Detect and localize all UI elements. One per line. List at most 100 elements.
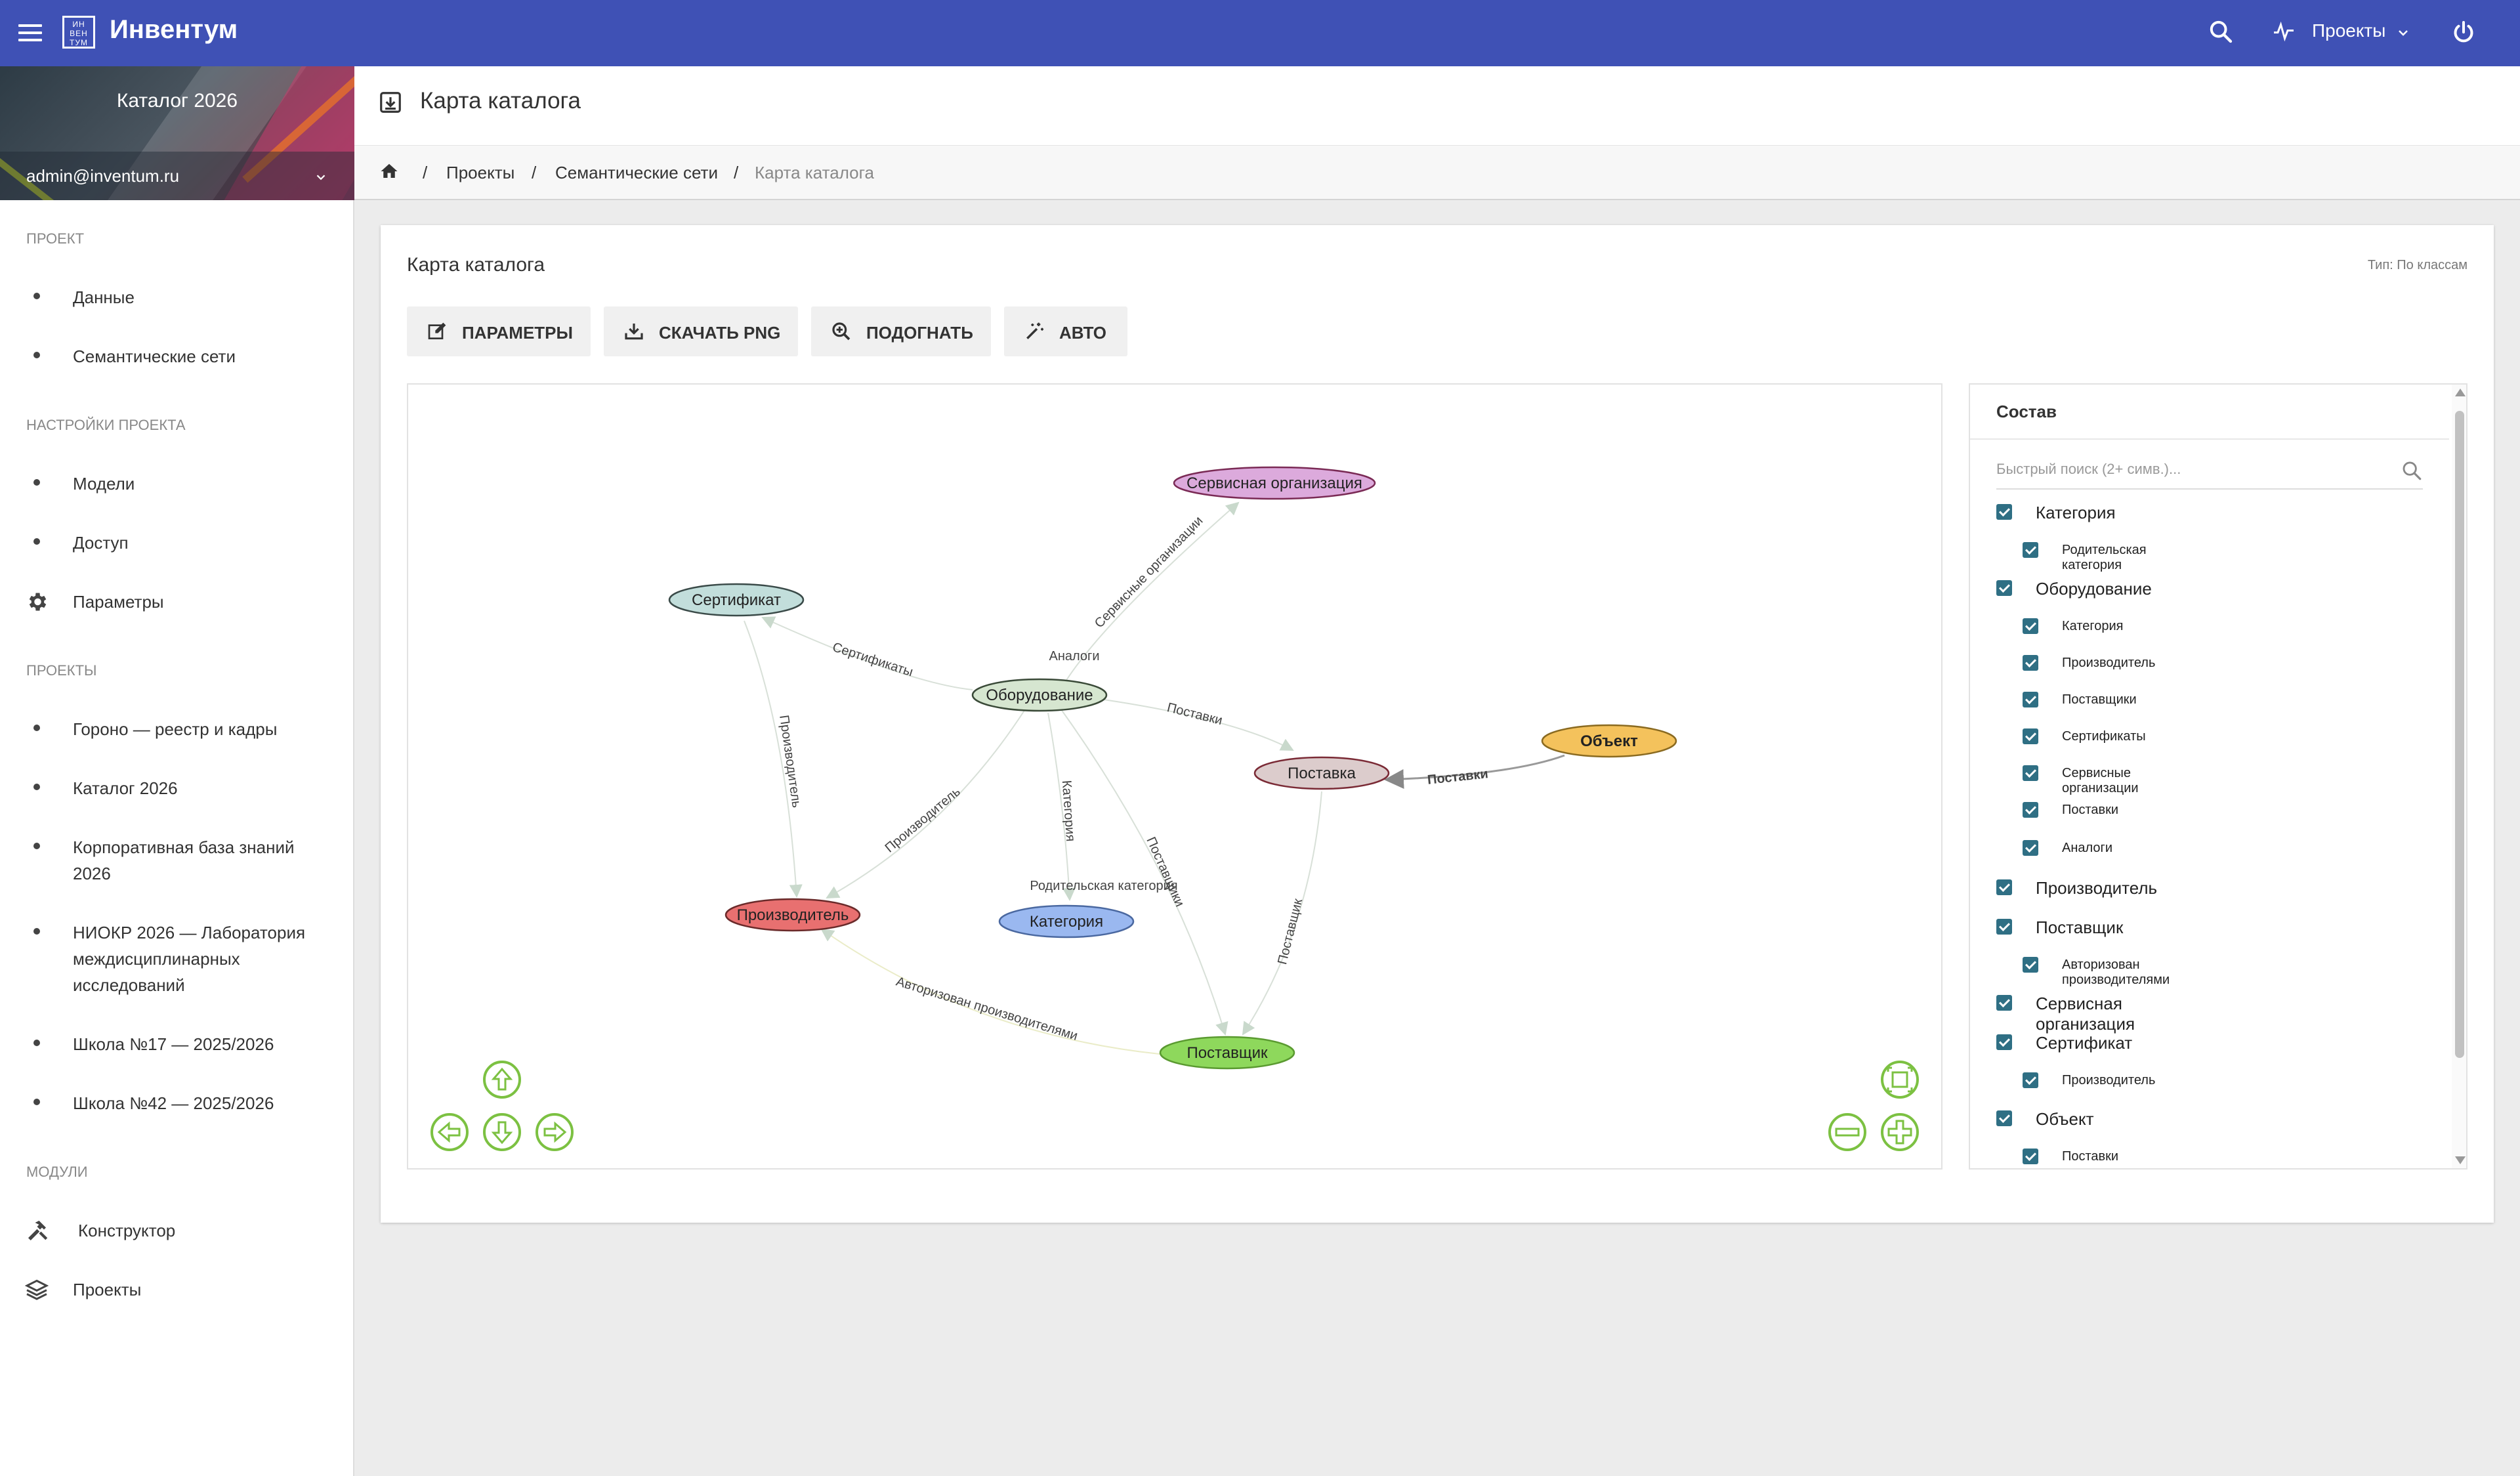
current-project-name: Каталог 2026 (116, 90, 238, 112)
tree-item-checkbox[interactable] (2023, 1149, 2038, 1164)
zoom-in-button[interactable] (1881, 1113, 1919, 1151)
edge-label: Сервисные организации (1092, 514, 1206, 631)
scroll-down-arrow-icon[interactable] (2455, 1156, 2466, 1164)
tree-item-label: Производитель (2036, 878, 2158, 898)
chevron-down-icon[interactable] (2395, 25, 2411, 41)
edge-label: Авторизован производителями (894, 975, 1080, 1044)
tree-item-checkbox[interactable] (2023, 542, 2038, 558)
graph-edge (820, 928, 1160, 1055)
quick-search-input[interactable]: Быстрый поиск (2+ симв.)... (1996, 457, 2423, 490)
svg-text:Поставка: Поставка (1288, 765, 1356, 782)
pan-down-button[interactable] (483, 1113, 521, 1151)
graph-node-object[interactable]: Объект (1541, 724, 1677, 758)
graph-node-manufacturer[interactable]: Производитель (724, 898, 861, 932)
tree-item-checkbox[interactable] (2023, 655, 2038, 671)
semantic-graph-canvas[interactable]: Сервисные организации Аналоги Сертификат… (407, 383, 1942, 1170)
tree-item-checkbox[interactable] (1996, 1034, 2012, 1050)
search-icon[interactable] (2208, 18, 2234, 45)
zoom-out-button[interactable] (1828, 1113, 1866, 1151)
download-png-button[interactable]: Скачать PNG (604, 306, 798, 356)
edge-label: Поставки (1166, 700, 1224, 728)
graph-node-supply[interactable]: Поставка (1253, 756, 1390, 790)
edge-label: Поставки (1427, 767, 1489, 788)
top-app-bar: ИН ВЕН ТУМ Инвентум Проекты (0, 0, 2520, 66)
power-icon[interactable] (2450, 19, 2477, 45)
zoom-fit-button[interactable] (1881, 1061, 1919, 1099)
user-menu[interactable]: admin@inventum.ru (0, 152, 354, 200)
tree-item-checkbox[interactable] (2023, 765, 2038, 781)
map-type-label: Тип: По классам (2367, 258, 2468, 272)
graph-node-certificate[interactable]: Сертификат (668, 583, 805, 617)
graph-node-equipment[interactable]: Оборудование (971, 678, 1108, 712)
hamburger-menu-icon[interactable] (18, 20, 42, 46)
edge-label: Родительская категория (1030, 879, 1177, 893)
pan-left-button[interactable] (430, 1113, 469, 1151)
tree-item-checkbox[interactable] (1996, 504, 2012, 520)
auto-layout-button[interactable]: Авто (1004, 306, 1127, 356)
chevron-down-icon[interactable] (314, 170, 328, 184)
breadcrumb-current: Карта каталога (755, 163, 874, 182)
tree-item-label: Оборудование (2036, 579, 2152, 599)
app-brand: Инвентум (110, 15, 238, 44)
tree-item-checkbox[interactable] (1996, 879, 2012, 895)
zoom-in-icon (832, 322, 850, 341)
tree-item-checkbox[interactable] (1996, 995, 2012, 1011)
composition-panel: Состав Быстрый поиск (2+ симв.)... Катег… (1969, 383, 2468, 1170)
scroll-up-arrow-icon[interactable] (2455, 389, 2466, 396)
graph-node-category[interactable]: Категория (998, 904, 1135, 938)
graph-node-service-organization[interactable]: Сервисная организация (1173, 466, 1376, 500)
tree-item-checkbox[interactable] (2023, 692, 2038, 707)
tree-item-checkbox[interactable] (2023, 728, 2038, 744)
tree-item-label: Родительская категория (2062, 543, 2147, 572)
svg-text:Поставщик: Поставщик (1186, 1044, 1268, 1062)
graph-node-supplier[interactable]: Поставщик (1159, 1036, 1295, 1070)
section-label-modules: Модули (26, 1164, 88, 1180)
tree-item-label: Поставки (2062, 1149, 2119, 1164)
parameters-button[interactable]: Параметры (407, 306, 591, 356)
fit-button[interactable]: Подогнать (811, 306, 991, 356)
tree-item-checkbox[interactable] (1996, 1110, 2012, 1126)
download-box-icon (380, 92, 401, 113)
panel-header: Состав (1970, 385, 2449, 440)
tree-item-checkbox[interactable] (2023, 802, 2038, 818)
card-title: Карта каталога (407, 254, 545, 276)
pan-right-button[interactable] (536, 1113, 574, 1151)
edge-label: Аналоги (1049, 649, 1100, 664)
tree-item-label: Авторизован производителями (2062, 958, 2170, 987)
tree-item-checkbox[interactable] (2023, 957, 2038, 973)
tree-item-checkbox[interactable] (2023, 1072, 2038, 1088)
tree-item-checkbox[interactable] (2023, 840, 2038, 856)
tree-item-checkbox[interactable] (1996, 580, 2012, 596)
edge-label: Поставщики (1143, 835, 1186, 909)
app-logo: ИН ВЕН ТУМ (62, 16, 95, 49)
graph-edge (1060, 709, 1228, 1036)
tree-item-label: Сертификаты (2062, 729, 2146, 744)
tree-item-label: Производитель (2062, 656, 2156, 670)
panel-scrollbar[interactable] (2452, 385, 2466, 1168)
page-header: Карта каталога (354, 66, 2520, 145)
graph-edge (826, 709, 1026, 898)
scrollbar-thumb[interactable] (2455, 411, 2464, 1058)
svg-text:Оборудование: Оборудование (986, 686, 1093, 704)
map-card: Карта каталога Тип: По классам Параметры… (381, 225, 2494, 1223)
breadcrumb-semantic-networks[interactable]: Семантические сети (555, 163, 718, 183)
edge-label: Категория (1059, 780, 1078, 842)
edge-label: Поставщик (1275, 897, 1305, 966)
graph-edge (1242, 791, 1322, 1036)
tree-item-label: Поставщик (2036, 917, 2124, 937)
breadcrumb-projects[interactable]: Проекты (446, 163, 514, 183)
projects-menu-button[interactable]: Проекты (2312, 20, 2385, 41)
tree-item-checkbox[interactable] (1996, 919, 2012, 935)
search-icon[interactable] (2401, 459, 2423, 482)
activity-icon[interactable] (2272, 20, 2296, 43)
pan-up-button[interactable] (483, 1061, 521, 1099)
tree-item-label: Поставки (2062, 803, 2119, 817)
svg-text:Объект: Объект (1580, 732, 1638, 750)
edge-label: Сертификаты (831, 640, 915, 679)
svg-text:Сертификат: Сертификат (692, 591, 781, 609)
tree-item-checkbox[interactable] (2023, 618, 2038, 634)
page-title: Карта каталога (420, 88, 581, 114)
layers-icon (25, 1279, 49, 1300)
home-icon[interactable] (379, 161, 399, 181)
user-email: admin@inventum.ru (26, 166, 180, 186)
